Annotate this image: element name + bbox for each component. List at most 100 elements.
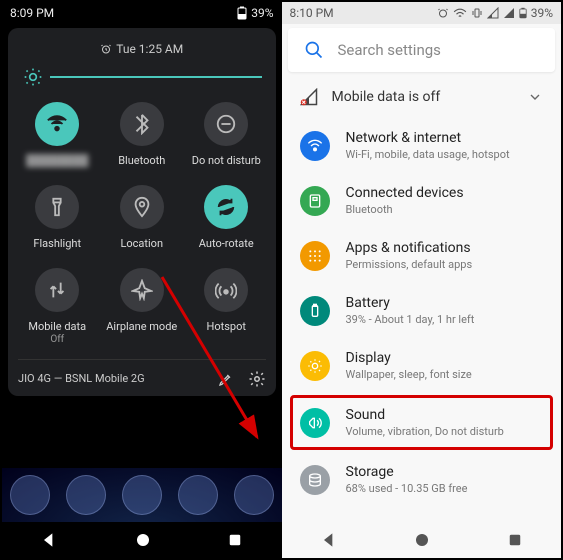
clock: 8:09 PM — [10, 6, 54, 20]
item-title: Display — [346, 350, 544, 366]
signal-icon — [503, 7, 515, 19]
dock-app[interactable] — [122, 475, 162, 515]
location-icon — [120, 185, 164, 229]
settings-item-display[interactable]: Display Wallpaper, sleep, font size — [282, 338, 562, 393]
tile-location[interactable]: Location — [103, 185, 182, 250]
alarm-icon — [100, 43, 112, 55]
quicksettings-panel: 8:09 PM 39% Tue 1:25 AM ████████ Bluetoot… — [2, 2, 282, 558]
nav-back-icon[interactable] — [319, 530, 339, 550]
brightness-slider[interactable] — [22, 66, 262, 88]
item-icon — [300, 241, 330, 271]
dnd-icon — [204, 102, 248, 146]
alarm-text: Tue 1:25 AM — [116, 42, 183, 56]
status-bar-left: 8:09 PM 39% — [2, 2, 282, 24]
item-title: Connected devices — [346, 185, 544, 201]
signal-off-icon — [300, 88, 318, 106]
item-title: Apps & notifications — [346, 240, 544, 256]
tile-hotspot[interactable]: Hotspot — [187, 268, 266, 344]
alarm-icon — [437, 7, 449, 19]
item-icon — [300, 408, 330, 438]
tile-autorotate[interactable]: Auto-rotate — [187, 185, 266, 250]
dock-app[interactable] — [234, 475, 274, 515]
item-title: Network & internet — [346, 130, 544, 146]
autorotate-icon — [204, 185, 248, 229]
hotspot-icon — [204, 268, 248, 312]
item-subtitle: 39% - About 1 day, 1 hr left — [346, 313, 544, 326]
vibrate-icon — [471, 7, 483, 19]
flashlight-icon — [35, 185, 79, 229]
wifi-icon — [453, 7, 467, 19]
item-subtitle: Volume, vibration, Do not disturb — [346, 425, 541, 438]
banner-text: Mobile data is off — [332, 89, 441, 105]
status-bar-right: 8:10 PM 39% — [282, 2, 562, 24]
dock-app[interactable] — [10, 475, 50, 515]
tile-label: ████████ — [18, 154, 97, 167]
tile-airplane[interactable]: Airplane mode — [103, 268, 182, 344]
settings-item-sound[interactable]: Sound Volume, vibration, Do not disturb — [290, 395, 554, 450]
item-icon — [300, 186, 330, 216]
chevron-down-icon[interactable] — [527, 89, 543, 105]
edit-icon[interactable] — [218, 371, 234, 387]
battery-icon — [519, 7, 527, 19]
tile-label: Auto-rotate — [187, 237, 266, 250]
bluetooth-icon — [120, 102, 164, 146]
tile-label: Do not disturb — [187, 154, 266, 167]
nav-bar-right — [282, 522, 562, 558]
item-subtitle: Wallpaper, sleep, font size — [346, 368, 544, 381]
item-icon — [300, 351, 330, 381]
nav-bar-left — [2, 522, 282, 558]
quicksettings-card: Tue 1:25 AM ████████ Bluetooth Do not dist… — [8, 28, 276, 396]
item-subtitle: 68% used - 10.35 GB free — [346, 482, 544, 495]
item-subtitle: Bluetooth — [346, 203, 544, 216]
tile-mobiledata[interactable]: Mobile dataOff — [18, 268, 97, 344]
item-subtitle: Wi-Fi, mobile, data usage, hotspot — [346, 148, 544, 161]
settings-item-apps[interactable]: Apps & notifications Permissions, default… — [282, 228, 562, 283]
tile-sublabel: Off — [18, 334, 97, 345]
tile-label: Bluetooth — [103, 154, 182, 167]
battery-pct: 39% — [531, 6, 553, 20]
item-title: Sound — [346, 407, 541, 423]
brightness-track[interactable] — [50, 76, 262, 78]
dock-app[interactable] — [66, 475, 106, 515]
nav-recents-icon[interactable] — [226, 531, 244, 549]
settings-item-battery[interactable]: Battery 39% - About 1 day, 1 hr left — [282, 283, 562, 338]
mobiledata-icon — [35, 268, 79, 312]
nav-home-icon[interactable] — [134, 531, 152, 549]
tile-label: Flashlight — [18, 237, 97, 250]
gear-icon[interactable] — [248, 370, 266, 388]
settings-item-storage[interactable]: Storage68% used - 10.35 GB free — [282, 452, 562, 507]
carrier-text: JIO 4G — BSNL Mobile 2G — [18, 372, 204, 385]
nav-home-icon[interactable] — [413, 531, 431, 549]
dock-app[interactable] — [178, 475, 218, 515]
airplane-icon — [120, 268, 164, 312]
item-icon — [300, 296, 330, 326]
tile-label: Airplane mode — [103, 320, 182, 333]
item-subtitle: Permissions, default apps — [346, 258, 544, 271]
settings-panel: 8:10 PM 39% Search settings Mobile data … — [282, 2, 562, 558]
tile-bluetooth[interactable]: Bluetooth — [103, 102, 182, 167]
battery-icon — [237, 6, 247, 20]
search-placeholder: Search settings — [338, 41, 441, 59]
nav-recents-icon[interactable] — [506, 531, 524, 549]
settings-item-network[interactable]: Network & internet Wi-Fi, mobile, data us… — [282, 118, 562, 173]
search-icon — [304, 40, 324, 60]
alarm-row[interactable]: Tue 1:25 AM — [18, 42, 266, 56]
wifi-icon — [35, 102, 79, 146]
settings-item-connected[interactable]: Connected devices Bluetooth — [282, 173, 562, 228]
brightness-icon — [22, 66, 44, 88]
tile-dnd[interactable]: Do not disturb — [187, 102, 266, 167]
tile-wifi[interactable]: ████████ — [18, 102, 97, 167]
item-icon — [300, 465, 330, 495]
signal-icon — [487, 7, 499, 19]
tile-flashlight[interactable]: Flashlight — [18, 185, 97, 250]
search-settings[interactable]: Search settings — [288, 28, 556, 72]
clock: 8:10 PM — [290, 6, 334, 20]
item-title: Battery — [346, 295, 544, 311]
tile-label: Mobile data — [18, 320, 97, 333]
nav-back-icon[interactable] — [39, 530, 59, 550]
item-icon — [300, 131, 330, 161]
mobile-data-banner[interactable]: Mobile data is off — [282, 76, 562, 118]
home-dock — [2, 468, 282, 522]
battery-pct: 39% — [251, 6, 273, 20]
tile-label: Location — [103, 237, 182, 250]
